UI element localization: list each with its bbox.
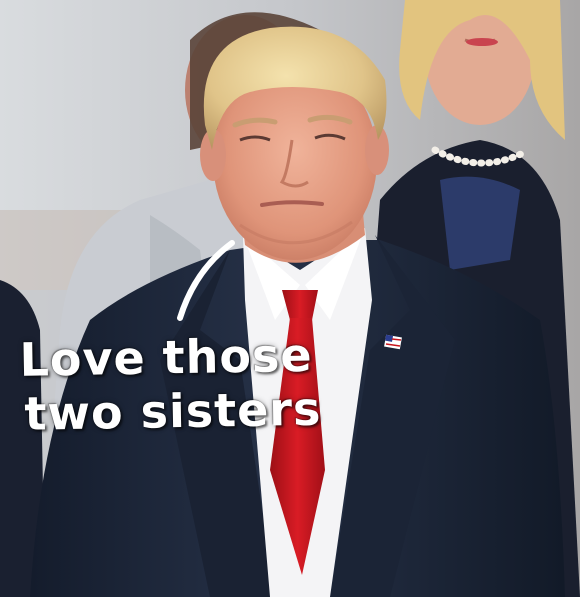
caption-line-2: two sisters — [24, 381, 322, 441]
caption-text: Love those two sisters — [19, 327, 351, 441]
photo: Love those two sisters — [0, 0, 580, 597]
photo-scene — [0, 0, 580, 597]
caption-line-1: Love those — [19, 327, 314, 387]
